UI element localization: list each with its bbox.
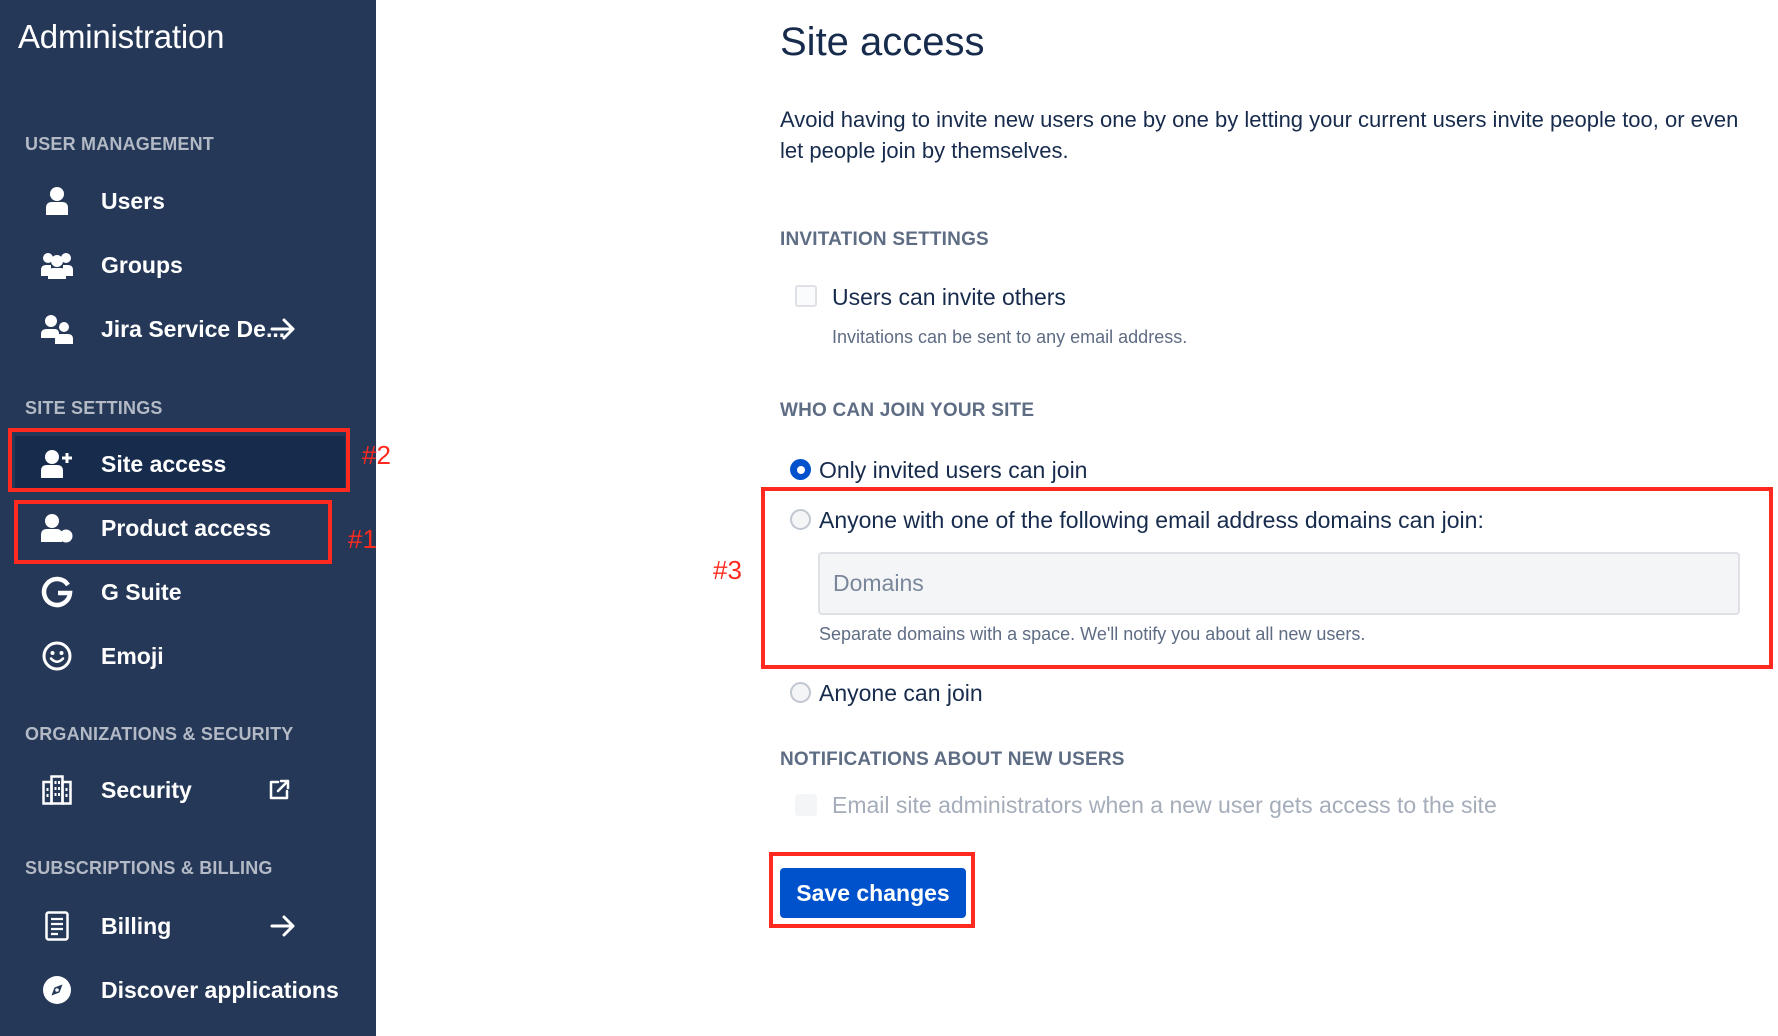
sidebar-item-label: Jira Service De...: [101, 315, 286, 342]
emoji-icon: [39, 638, 75, 674]
notifications-heading: NOTIFICATIONS ABOUT NEW USERS: [780, 749, 1125, 770]
sidebar-item-site-access[interactable]: Site access: [15, 436, 345, 492]
arrow-right-icon: [269, 315, 297, 343]
domains-helper: Separate domains with a space. We'll not…: [819, 624, 1366, 644]
sidebar-item-emoji[interactable]: Emoji: [15, 628, 345, 684]
invitation-settings-heading: INVITATION SETTINGS: [780, 229, 989, 250]
radio-only-invited-label[interactable]: Only invited users can join: [819, 457, 1087, 484]
page-description: Avoid having to invite new users one by …: [780, 107, 1739, 163]
sidebar-item-label: Product access: [101, 514, 272, 541]
radio-only-invited[interactable]: [790, 459, 811, 480]
annotation-label-3: #3: [713, 555, 742, 585]
annotation-label-1: #1: [348, 524, 377, 554]
annotation-label-2: #2: [362, 440, 391, 470]
domains-input[interactable]: [818, 552, 1740, 615]
sidebar-item-label: Discover applications: [101, 976, 339, 1003]
save-changes-button[interactable]: Save changes: [780, 868, 966, 918]
sidebar-item-g-suite[interactable]: G Suite: [15, 564, 345, 620]
sidebar-item-label: Users: [101, 187, 165, 214]
email-admins-checkbox[interactable]: [795, 794, 817, 816]
people-icon: [39, 311, 75, 347]
sidebar-item-users[interactable]: Users: [15, 173, 345, 229]
google-g-icon: [39, 574, 75, 610]
sidebar-item-label: G Suite: [101, 578, 182, 605]
section-heading-subscriptions-billing: SUBSCRIPTIONS & BILLING: [25, 858, 273, 878]
invite-others-checkbox[interactable]: [795, 285, 817, 307]
sidebar-item-discover-applications[interactable]: Discover applications: [15, 962, 345, 1018]
section-heading-organizations-security: ORGANIZATIONS & SECURITY: [25, 724, 294, 744]
external-link-icon: [265, 776, 293, 804]
section-heading-user-management: USER MANAGEMENT: [25, 134, 215, 154]
sidebar-item-groups[interactable]: Groups: [15, 237, 345, 293]
page-title: Site access: [780, 20, 985, 64]
groups-icon: [39, 247, 75, 283]
product-access-icon: [39, 510, 75, 546]
radio-email-domains[interactable]: [790, 509, 811, 530]
sidebar-item-product-access[interactable]: Product access: [15, 500, 345, 556]
radio-anyone-label[interactable]: Anyone can join: [819, 680, 983, 707]
add-user-icon: [39, 446, 75, 482]
radio-email-domains-label[interactable]: Anyone with one of the following email a…: [819, 507, 1484, 534]
sidebar-item-label: Security: [101, 776, 192, 803]
building-icon: [39, 772, 75, 808]
who-can-join-heading: WHO CAN JOIN YOUR SITE: [780, 400, 1035, 421]
admin-sidebar: Administration USER MANAGEMENT Users Gro…: [0, 0, 376, 1036]
sidebar-item-jira-service-desk[interactable]: Jira Service De...: [15, 301, 345, 357]
sidebar-item-label: Groups: [101, 251, 183, 278]
sidebar-title: Administration: [18, 18, 225, 55]
invite-others-helper: Invitations can be sent to any email add…: [832, 327, 1188, 347]
sidebar-item-label: Site access: [101, 450, 227, 477]
compass-icon: [39, 972, 75, 1008]
sidebar-item-security[interactable]: Security: [15, 762, 345, 818]
arrow-right-icon: [269, 912, 297, 940]
radio-anyone[interactable]: [790, 682, 811, 703]
sidebar-item-label: Emoji: [101, 642, 164, 669]
sidebar-item-billing[interactable]: Billing: [15, 898, 345, 954]
document-icon: [39, 908, 75, 944]
section-heading-site-settings: SITE SETTINGS: [25, 398, 163, 418]
email-admins-label[interactable]: Email site administrators when a new use…: [832, 792, 1497, 819]
invite-others-label[interactable]: Users can invite others: [832, 284, 1066, 311]
user-icon: [39, 183, 75, 219]
sidebar-item-label: Billing: [101, 912, 172, 939]
